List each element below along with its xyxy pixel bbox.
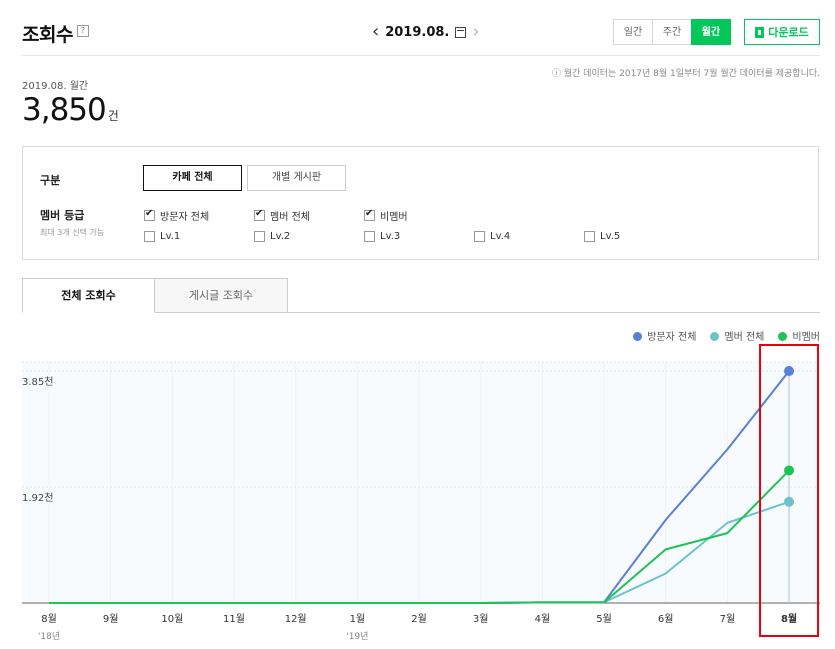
checkbox-icon[interactable] (364, 208, 375, 221)
checkbox-lv1[interactable]: Lv.1 (144, 231, 180, 242)
prev-chevron-icon[interactable]: ‹ (372, 23, 379, 41)
checkbox-icon[interactable] (584, 231, 595, 242)
x-tick-label: 10월 (161, 613, 183, 625)
checkbox-label: Lv.5 (600, 231, 621, 242)
series-point (784, 465, 795, 476)
mode-daily-button[interactable]: 일간 (613, 19, 653, 45)
x-tick-label: 3월 (473, 613, 489, 625)
series-point (784, 496, 795, 507)
category-label: 구분 (40, 174, 61, 187)
x-tick-label: 8월 (781, 613, 797, 625)
checkbox-icon[interactable] (254, 231, 265, 242)
y-tick-label: 3.85천 (22, 376, 53, 388)
x-tick-label: 6월 (658, 613, 674, 625)
data-notice: ⓘ 월간 데이터는 2017년 8월 1일부터 7월 월간 데이터를 제공합니다… (551, 69, 820, 79)
x-tick-label: 7월 (720, 613, 736, 625)
tab-post-views[interactable]: 게시글 조회수 (155, 278, 288, 313)
current-date: 2019.08. (385, 24, 450, 40)
summary-number: 3,850 (22, 92, 107, 128)
download-label: 다운로드 (768, 26, 809, 39)
checkbox-icon[interactable] (474, 231, 485, 242)
checkbox-visitors-all[interactable]: 방문자 전체 (144, 208, 209, 223)
series-point (784, 366, 795, 377)
x-tick-label: 9월 (103, 613, 119, 625)
y-tick-label: 1.92천 (22, 492, 53, 504)
download-button[interactable]: 다운로드 (744, 19, 820, 45)
help-icon[interactable]: ? (77, 25, 89, 37)
member-grade-label: 멤버 등급 (40, 209, 85, 222)
x-tick-label: 8월 (41, 613, 57, 625)
board-button[interactable]: 개별 게시판 (247, 165, 346, 191)
tab-total-views[interactable]: 전체 조회수 (22, 278, 155, 313)
x-tick-label: 12월 (285, 613, 307, 625)
line-chart: 3.85천 1.92천 8월 '18년 9월 10월 11월 12월 1월 '19년 2월 3월 4월 5… (22, 344, 820, 642)
checkbox-members-all[interactable]: 멤버 전체 (254, 208, 310, 223)
excel-icon (755, 26, 765, 38)
summary-period: 2019.08. 월간 (22, 81, 89, 92)
summary-unit: 건 (107, 109, 119, 123)
header-divider (22, 55, 820, 56)
mode-monthly-button[interactable]: 월간 (691, 19, 731, 45)
x-tick-label: 4월 (535, 613, 551, 625)
checkbox-icon[interactable] (254, 208, 265, 221)
view-mode-toggle: 일간 주간 월간 (613, 19, 731, 45)
checkbox-label: Lv.2 (270, 231, 291, 242)
x-year-label: '19년 (346, 631, 368, 642)
checkbox-label: 멤버 전체 (270, 212, 310, 223)
checkbox-label: Lv.3 (380, 231, 401, 242)
x-tick-label: 11월 (223, 613, 245, 625)
date-navigator: ‹ 2019.08. › (372, 23, 480, 41)
x-tick-label: 2월 (411, 613, 427, 625)
x-tick-label: 1월 (350, 613, 366, 625)
checkbox-lv4[interactable]: Lv.4 (474, 231, 510, 242)
checkbox-icon[interactable] (144, 231, 155, 242)
page-title: 조회수 (22, 24, 73, 46)
summary-value: 3,850 건 (22, 92, 119, 128)
cafe-all-button[interactable]: 카페 전체 (143, 165, 242, 191)
checkbox-label: Lv.4 (490, 231, 511, 242)
checkbox-icon[interactable] (364, 231, 375, 242)
checkbox-lv2[interactable]: Lv.2 (254, 231, 290, 242)
checkbox-lv3[interactable]: Lv.3 (364, 231, 400, 242)
checkbox-lv5[interactable]: Lv.5 (584, 231, 620, 242)
checkbox-label: 방문자 전체 (160, 212, 210, 223)
member-grade-hint: 최대 3개 선택 가능 (40, 228, 105, 237)
x-year-label: '18년 (38, 631, 60, 642)
checkbox-icon[interactable] (144, 208, 155, 221)
filter-panel: 구분 카페 전체 개별 게시판 멤버 등급 최대 3개 선택 가능 방문자 전체… (22, 146, 819, 260)
plot-background (22, 362, 820, 603)
next-chevron-icon[interactable]: › (472, 23, 479, 41)
checkbox-label: Lv.1 (160, 231, 181, 242)
x-tick-label: 5월 (596, 613, 612, 625)
calendar-icon[interactable] (455, 26, 467, 38)
checkbox-non-members[interactable]: 비멤버 (364, 208, 408, 223)
mode-weekly-button[interactable]: 주간 (652, 19, 692, 45)
checkbox-label: 비멤버 (380, 212, 408, 223)
